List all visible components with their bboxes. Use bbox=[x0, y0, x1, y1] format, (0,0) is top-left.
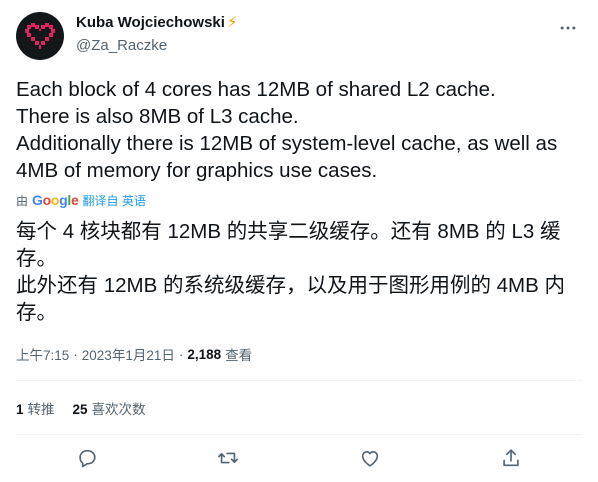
likes-stat[interactable]: 25 喜欢次数 bbox=[73, 398, 146, 418]
more-icon bbox=[560, 26, 576, 30]
likes-count: 25 bbox=[72, 402, 88, 417]
translated-text: 每个 4 核块都有 12MB 的共享二级缓存。还有 8MB 的 L3 缓存。 此… bbox=[16, 218, 582, 326]
translated-by-label: 由 bbox=[16, 193, 29, 208]
tweet-line: Additionally there is 12MB of system-lev… bbox=[16, 132, 558, 182]
tweet-stats: 1 转推 25 喜欢次数 bbox=[16, 398, 146, 418]
more-button[interactable] bbox=[556, 16, 580, 40]
views-label: 查看 bbox=[225, 348, 253, 363]
lightning-icon: ⚡ bbox=[226, 14, 238, 31]
tweet-text: Each block of 4 cores has 12MB of shared… bbox=[16, 76, 582, 184]
reply-button[interactable] bbox=[69, 440, 105, 476]
translated-line: 每个 4 核块都有 12MB 的共享二级缓存。还有 8MB 的 L3 缓存。 bbox=[16, 220, 561, 270]
avatar[interactable] bbox=[16, 12, 64, 60]
google-logo: Google bbox=[32, 192, 79, 208]
tweet-date[interactable]: 2023年1月21日 bbox=[82, 344, 175, 364]
display-name-text: Kuba Wojciechowski bbox=[76, 14, 225, 31]
translation-attribution: 由 Google 翻译自 英语 bbox=[16, 190, 146, 210]
retweets-stat[interactable]: 1 转推 bbox=[16, 398, 55, 418]
divider bbox=[16, 380, 582, 381]
tweet: Kuba Wojciechowski ⚡ @Za_Raczke Each blo… bbox=[0, 0, 598, 482]
retweet-icon bbox=[218, 452, 239, 464]
retweet-button[interactable] bbox=[210, 440, 246, 476]
views-count: 2,188 bbox=[187, 346, 222, 362]
translated-line: 此外还有 12MB 的系统级缓存，以及用于图形用例的 4MB 内存。 bbox=[16, 274, 565, 324]
tweet-header: Kuba Wojciechowski ⚡ @Za_Raczke bbox=[16, 12, 582, 60]
meta-separator: · bbox=[178, 346, 184, 362]
tweet-line: There is also 8MB of L3 cache. bbox=[16, 105, 299, 128]
like-button[interactable] bbox=[352, 440, 388, 476]
retweets-label: 转推 bbox=[27, 402, 55, 417]
tweet-time[interactable]: 上午7:15 bbox=[16, 344, 69, 364]
share-button[interactable] bbox=[493, 440, 529, 476]
author-names: Kuba Wojciechowski ⚡ @Za_Raczke bbox=[76, 14, 237, 54]
share-icon bbox=[503, 449, 519, 467]
tweet-line: Each block of 4 cores has 12MB of shared… bbox=[16, 78, 496, 101]
divider bbox=[16, 434, 582, 435]
translated-from-link[interactable]: 翻译自 英语 bbox=[83, 192, 146, 209]
meta-separator: · bbox=[73, 346, 78, 362]
like-icon bbox=[361, 450, 378, 467]
reply-icon bbox=[79, 450, 96, 468]
tweet-meta: 上午7:15 · 2023年1月21日 · 2,188 查看 bbox=[16, 344, 252, 364]
likes-label: 喜欢次数 bbox=[91, 402, 146, 417]
display-name[interactable]: Kuba Wojciechowski ⚡ bbox=[76, 14, 237, 31]
tweet-actions bbox=[16, 440, 582, 476]
handle[interactable]: @Za_Raczke bbox=[76, 37, 237, 54]
retweets-count: 1 bbox=[16, 402, 24, 417]
heart-pixel-icon bbox=[25, 23, 55, 49]
